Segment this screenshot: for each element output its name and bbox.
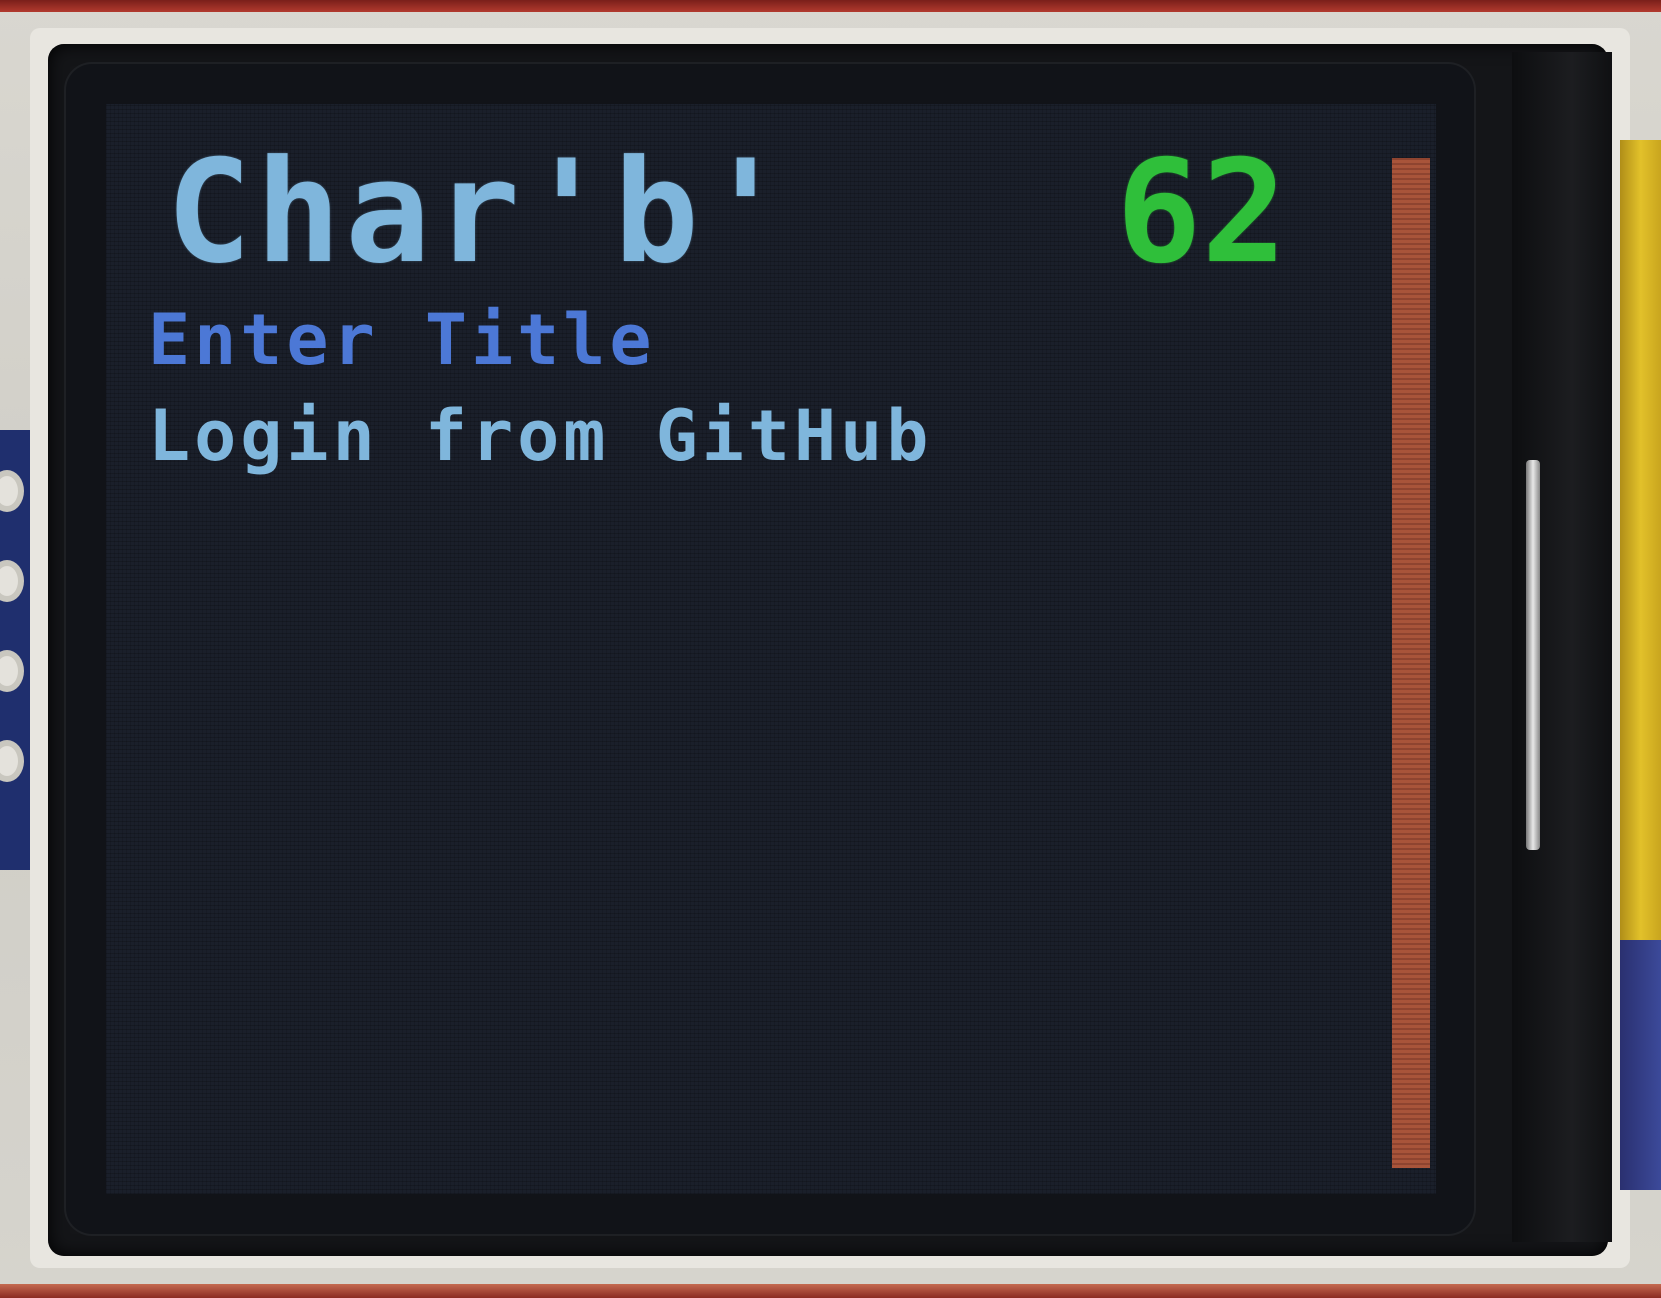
- scrollbar[interactable]: [1392, 158, 1430, 1168]
- pcb-edge-top: [0, 0, 1661, 12]
- screen-content: Char'b' 62 Enter Title Login from GitHub: [106, 104, 1436, 1194]
- pin-hole: [0, 650, 24, 692]
- pin-hole: [0, 470, 24, 512]
- side-tab: [1526, 460, 1540, 850]
- pin-hole: [0, 740, 24, 782]
- ribbon-cable-base: [1620, 940, 1661, 1190]
- pcb-edge-bottom: [0, 1284, 1661, 1298]
- ribbon-cable: [1620, 140, 1661, 940]
- app-title: Char'b': [166, 130, 793, 295]
- counter-value: 62: [1116, 130, 1287, 295]
- pin-hole: [0, 560, 24, 602]
- lcd-screen: Char'b' 62 Enter Title Login from GitHub: [66, 64, 1474, 1234]
- menu-item-login-github[interactable]: Login from GitHub: [148, 396, 932, 476]
- menu-item-enter-title[interactable]: Enter Title: [148, 300, 656, 380]
- lcd-module-photo: Char'b' 62 Enter Title Login from GitHub: [0, 0, 1661, 1298]
